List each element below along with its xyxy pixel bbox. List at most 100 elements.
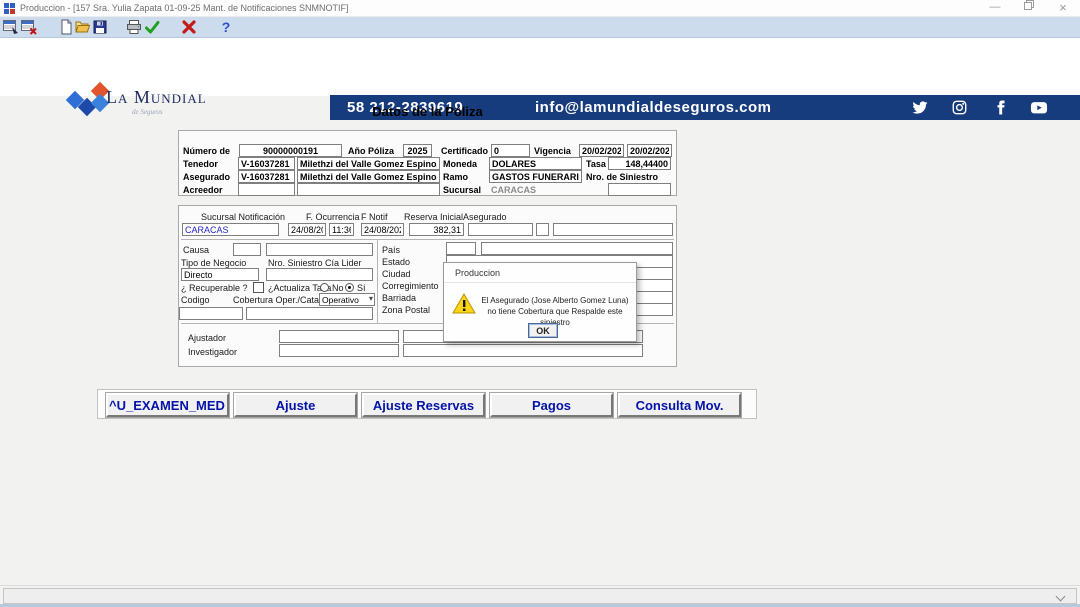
cobertura-label: Cobertura Oper./Catast. bbox=[233, 295, 329, 305]
actualiza-si-label: Sí bbox=[357, 283, 366, 293]
ciudad-label: Ciudad bbox=[382, 269, 411, 279]
tenedor-nombre-field[interactable] bbox=[297, 157, 440, 170]
chevron-down-icon: ▾ bbox=[369, 294, 373, 303]
youtube-icon[interactable] bbox=[1030, 100, 1046, 115]
app-icon-pixel bbox=[4, 3, 9, 8]
reserva-inicial-field[interactable] bbox=[409, 223, 464, 236]
divider bbox=[377, 239, 378, 323]
cobertura-value: Operativo bbox=[322, 295, 359, 305]
ajuste-reservas-button[interactable]: Ajuste Reservas bbox=[362, 393, 485, 417]
ajustador-label: Ajustador bbox=[188, 333, 226, 343]
pagos-button[interactable]: Pagos bbox=[490, 393, 613, 417]
status-bar bbox=[3, 588, 1077, 604]
actualiza-si-radio[interactable] bbox=[345, 283, 354, 292]
causa-codigo-field[interactable] bbox=[233, 243, 261, 256]
acreedor-nombre-field[interactable] bbox=[297, 183, 440, 196]
anio-poliza-field[interactable] bbox=[403, 144, 432, 157]
numero-poliza-field[interactable] bbox=[239, 144, 342, 157]
open-folder-icon[interactable] bbox=[75, 19, 92, 36]
minimize-button[interactable]: — bbox=[982, 0, 1008, 17]
tenedor-label: Tenedor bbox=[183, 159, 218, 169]
asegurado-label: Asegurado bbox=[183, 172, 230, 182]
acreedor-id-field[interactable] bbox=[238, 183, 295, 196]
nro-siniestro-cia-field[interactable] bbox=[266, 268, 373, 281]
nro-siniestro-field[interactable] bbox=[608, 183, 671, 196]
ramo-label: Ramo bbox=[443, 172, 468, 182]
cancel-x-icon[interactable] bbox=[181, 19, 198, 36]
divider bbox=[181, 239, 674, 240]
moneda-field[interactable] bbox=[489, 157, 582, 170]
close-button[interactable]: × bbox=[1050, 0, 1076, 17]
actualiza-no-label: No bbox=[332, 283, 344, 293]
f-notif-field[interactable] bbox=[361, 223, 404, 236]
numero-poliza-label: Número de bbox=[183, 146, 230, 156]
anio-poliza-label: Año Póliza bbox=[348, 146, 394, 156]
dialog-message-line1: El Asegurado (Jose Alberto Gomez Luna) bbox=[476, 295, 634, 306]
f-ocurrencia-field[interactable] bbox=[288, 223, 326, 236]
ajuste-button[interactable]: Ajuste bbox=[234, 393, 357, 417]
hora-ocurrencia-field[interactable] bbox=[329, 223, 354, 236]
twitter-icon[interactable] bbox=[912, 100, 928, 115]
record-delete-icon[interactable] bbox=[21, 19, 38, 36]
header: La Mundial de Seguros 58 212-2839619 inf… bbox=[0, 38, 1080, 96]
app-icon-pixel bbox=[4, 9, 9, 14]
tasa-field[interactable] bbox=[608, 157, 671, 170]
sucursal-notificacion-field[interactable] bbox=[182, 223, 279, 236]
f-notif-label: F Notif bbox=[361, 212, 388, 222]
examen-med-button[interactable]: ^U_EXAMEN_MED bbox=[106, 393, 229, 417]
ok-button[interactable]: OK bbox=[528, 323, 558, 338]
codigo-label: Codigo bbox=[181, 295, 210, 305]
instagram-icon[interactable] bbox=[952, 100, 968, 115]
estado-label: Estado bbox=[382, 257, 410, 267]
svg-text:?: ? bbox=[222, 19, 231, 35]
help-icon[interactable]: ? bbox=[218, 19, 235, 36]
tipo-negocio-label: Tipo de Negocio bbox=[181, 258, 246, 268]
print-icon[interactable] bbox=[126, 19, 143, 36]
confirm-check-icon[interactable] bbox=[144, 19, 161, 36]
asegurado-nombre-notif-field[interactable] bbox=[553, 223, 673, 236]
vigencia-desde-field[interactable] bbox=[579, 144, 624, 157]
asegurado-nombre-field[interactable] bbox=[297, 170, 440, 183]
save-icon[interactable] bbox=[92, 19, 109, 36]
cobertura-desc-field[interactable] bbox=[246, 307, 373, 320]
window-title: Produccion - [157 Sra. Yulia Zapata 01-0… bbox=[20, 0, 349, 17]
actualiza-no-radio[interactable] bbox=[320, 283, 329, 292]
reserva-inicial-label: Reserva Inicial bbox=[404, 212, 463, 222]
title-bar: Produccion - [157 Sra. Yulia Zapata 01-0… bbox=[0, 0, 1080, 17]
ajustador-codigo-field[interactable] bbox=[279, 330, 399, 343]
asegurado-id-field[interactable] bbox=[238, 170, 295, 183]
investigador-codigo-field[interactable] bbox=[279, 344, 399, 357]
toolbar: ? bbox=[0, 17, 1080, 38]
policy-panel: Número de Año Póliza Certificado Vigenci… bbox=[178, 130, 677, 196]
ramo-field[interactable] bbox=[489, 170, 582, 183]
facebook-icon[interactable] bbox=[994, 100, 1010, 115]
tenedor-id-field[interactable] bbox=[238, 157, 295, 170]
causa-desc-field[interactable] bbox=[266, 243, 373, 256]
sucursal-label: Sucursal bbox=[443, 185, 481, 195]
restore-button[interactable] bbox=[1016, 0, 1042, 17]
app-window: Produccion - [157 Sra. Yulia Zapata 01-0… bbox=[0, 0, 1080, 607]
pais-codigo-field[interactable] bbox=[446, 242, 476, 255]
f-ocurrencia-label: F. Ocurrencia bbox=[306, 212, 360, 222]
cobertura-select[interactable]: Operativo ▾ bbox=[319, 293, 375, 306]
actions-bar: ^U_EXAMEN_MED Ajuste Ajuste Reservas Pag… bbox=[97, 389, 757, 419]
app-icon-pixel bbox=[10, 3, 15, 8]
tipo-negocio-field[interactable] bbox=[181, 268, 259, 281]
new-document-icon[interactable] bbox=[58, 19, 75, 36]
consulta-mov-button[interactable]: Consulta Mov. bbox=[618, 393, 741, 417]
asegurado-codigo-field[interactable] bbox=[468, 223, 533, 236]
pais-label: País bbox=[382, 245, 400, 255]
pais-field[interactable] bbox=[481, 242, 673, 255]
moneda-label: Moneda bbox=[443, 159, 477, 169]
barriada-label: Barriada bbox=[382, 293, 416, 303]
warning-icon bbox=[452, 292, 476, 315]
recuperable-checkbox[interactable] bbox=[253, 282, 264, 293]
investigador-nombre-field[interactable] bbox=[403, 344, 643, 357]
codigo-field[interactable] bbox=[179, 307, 243, 320]
certificado-field[interactable] bbox=[491, 144, 530, 157]
asegurado-tipo-field[interactable] bbox=[536, 223, 549, 236]
vigencia-hasta-field[interactable] bbox=[627, 144, 672, 157]
recuperable-label: ¿ Recuperable ? bbox=[181, 283, 248, 293]
record-edit-icon[interactable] bbox=[3, 19, 20, 36]
chevron-down-icon[interactable] bbox=[1057, 593, 1064, 600]
